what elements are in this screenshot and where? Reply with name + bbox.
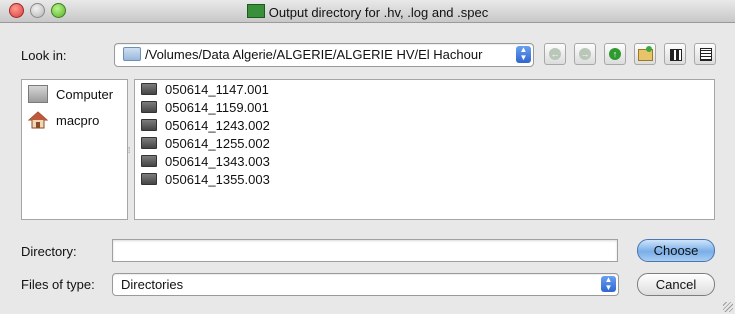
file-name: 050614_1343.003 xyxy=(165,154,270,169)
list-item[interactable]: 050614_1147.001 xyxy=(141,82,269,100)
home-icon xyxy=(28,111,48,129)
list-item[interactable]: 050614_1355.003 xyxy=(141,172,270,190)
sidebar-item-macpro[interactable]: macpro xyxy=(28,111,124,129)
combo-arrows-icon: ▲ ▼ xyxy=(601,276,616,292)
look-in-path: /Volumes/Data Algerie/ALGERIE/ALGERIE HV… xyxy=(145,47,483,62)
combo-arrows-icon: ▲ ▼ xyxy=(516,46,531,63)
sidebar-item-label: macpro xyxy=(56,113,100,128)
detail-view-icon xyxy=(700,48,712,61)
list-item[interactable]: 050614_1255.002 xyxy=(141,136,270,154)
folder-icon xyxy=(141,173,157,185)
look-in-combo[interactable]: /Volumes/Data Algerie/ALGERIE/ALGERIE HV… xyxy=(114,43,534,67)
list-item[interactable]: 050614_1243.002 xyxy=(141,118,270,136)
directory-label: Directory: xyxy=(21,244,77,259)
computer-icon xyxy=(28,85,48,103)
choose-button[interactable]: Choose xyxy=(637,239,715,262)
files-of-type-value: Directories xyxy=(121,277,184,292)
back-button[interactable]: ← xyxy=(544,43,566,65)
window-title: Output directory for .hv, .log and .spec xyxy=(0,4,735,20)
sidebar: Computer macpro xyxy=(21,79,128,220)
title-bar: Output directory for .hv, .log and .spec xyxy=(0,0,735,23)
splitter-handle[interactable]: ⁞ xyxy=(128,146,130,155)
directory-input[interactable] xyxy=(112,239,618,262)
file-name: 050614_1255.002 xyxy=(165,136,270,151)
file-name: 050614_1147.001 xyxy=(165,82,269,97)
file-list[interactable]: 050614_1147.001 050614_1159.001 050614_1… xyxy=(134,79,715,220)
back-icon: ← xyxy=(549,48,561,60)
folder-icon xyxy=(141,155,157,167)
up-folder-button[interactable]: ↑ xyxy=(604,43,626,65)
sidebar-item-label: Computer xyxy=(56,87,114,102)
new-folder-button[interactable] xyxy=(634,43,656,65)
sidebar-item-computer[interactable]: Computer xyxy=(28,85,124,103)
file-name: 050614_1355.003 xyxy=(165,172,270,187)
folder-icon xyxy=(123,47,141,61)
folder-icon xyxy=(141,137,157,149)
folder-icon xyxy=(141,119,157,131)
app-icon xyxy=(246,4,265,18)
up-icon: ↑ xyxy=(609,48,621,60)
folder-icon xyxy=(141,83,157,95)
files-of-type-label: Files of type: xyxy=(21,277,95,292)
forward-icon: → xyxy=(579,48,591,60)
resize-grip[interactable] xyxy=(723,302,733,312)
file-name: 050614_1243.002 xyxy=(165,118,270,133)
list-view-button[interactable] xyxy=(664,43,686,65)
list-item[interactable]: 050614_1343.003 xyxy=(141,154,270,172)
folder-icon xyxy=(141,101,157,113)
cancel-button[interactable]: Cancel xyxy=(637,273,715,296)
list-item[interactable]: 050614_1159.001 xyxy=(141,100,269,118)
look-in-label: Look in: xyxy=(21,48,67,63)
detail-view-button[interactable] xyxy=(694,43,716,65)
file-name: 050614_1159.001 xyxy=(165,100,269,115)
files-of-type-select[interactable]: Directories ▲ ▼ xyxy=(112,273,619,296)
forward-button[interactable]: → xyxy=(574,43,596,65)
list-view-icon xyxy=(670,49,682,61)
window-title-text: Output directory for .hv, .log and .spec xyxy=(268,5,489,20)
